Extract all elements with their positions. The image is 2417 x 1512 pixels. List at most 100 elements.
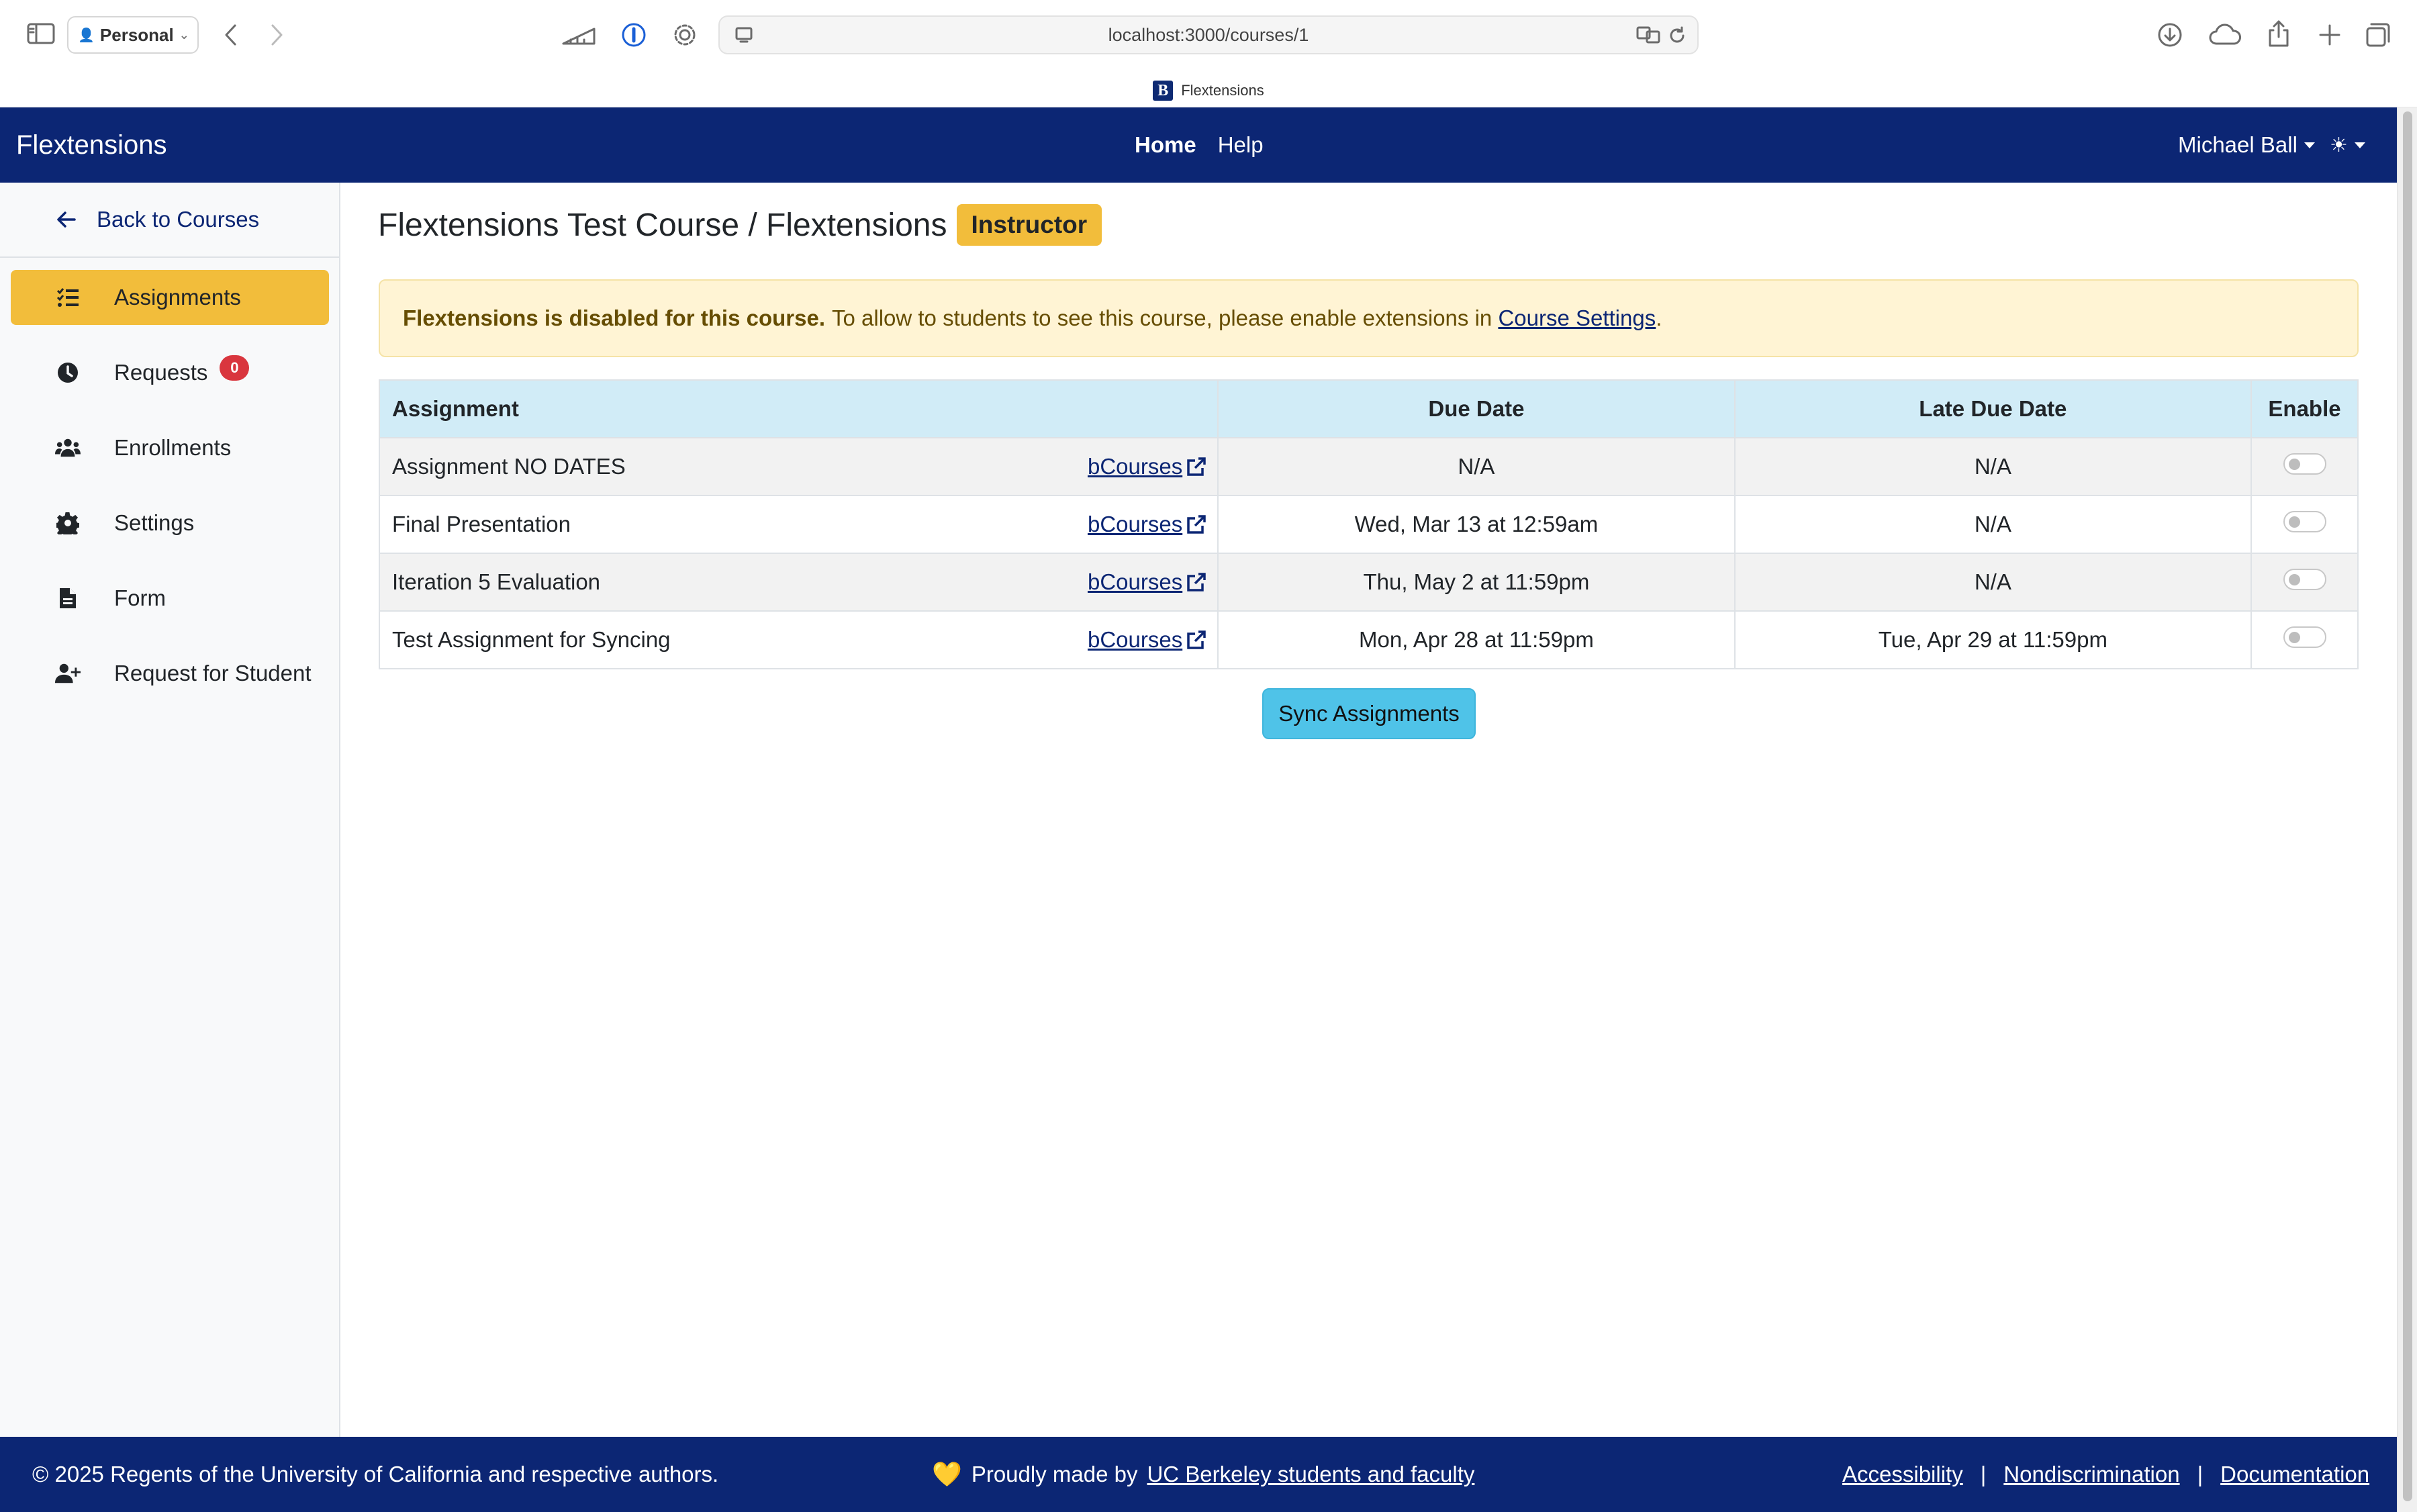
address-bar[interactable]: localhost:3000/courses/1 <box>718 15 1699 54</box>
late-due-date-cell: N/A <box>1734 495 2253 554</box>
alert-text: To allow to students to see this course,… <box>832 305 1492 330</box>
profile-selector[interactable]: 👤 Personal ⌄ <box>67 16 199 54</box>
assignments-table: Assignment Due Date Late Due Date Enable… <box>378 379 2359 669</box>
page-title: Flextensions Test Course / Flextensions … <box>378 204 1102 246</box>
footer-separator: | <box>1980 1462 1987 1486</box>
url-text: localhost:3000/courses/1 <box>1108 24 1309 45</box>
ruler-icon[interactable] <box>559 19 599 51</box>
sidebar-item-assignments[interactable]: Assignments <box>11 270 329 325</box>
person-icon: 👤 <box>78 28 95 43</box>
column-header-late-due-date: Late Due Date <box>1734 379 2253 438</box>
sidebar-item-label: Assignments <box>114 285 241 310</box>
sidebar-item-form[interactable]: Form <box>11 571 329 626</box>
sidebar-item-request-for-student[interactable]: Request for Student <box>11 646 329 701</box>
arrow-left-icon <box>57 211 76 228</box>
external-link-icon <box>1187 457 1206 476</box>
enable-toggle[interactable] <box>2283 453 2326 475</box>
new-tab-icon[interactable] <box>2314 19 2346 51</box>
translate-icon[interactable] <box>1636 26 1661 49</box>
file-icon <box>55 585 81 611</box>
requests-count-badge: 0 <box>220 355 250 381</box>
assignment-name: Final Presentation <box>392 512 571 536</box>
sync-assignments-button[interactable]: Sync Assignments <box>1262 688 1476 739</box>
sidebar-item-enrollments[interactable]: Enrollments <box>11 420 329 475</box>
table-row: Assignment NO DATES bCourses N/A N/A <box>378 437 2359 496</box>
bcourses-link[interactable]: bCourses <box>1088 454 1206 479</box>
nav-help-link[interactable]: Help <box>1218 132 1264 158</box>
user-menu[interactable]: Michael Ball <box>2178 107 2315 183</box>
back-to-courses-label: Back to Courses <box>97 207 260 232</box>
user-name: Michael Ball <box>2178 132 2297 157</box>
due-date-cell: Wed, Mar 13 at 12:59am <box>1217 495 1736 554</box>
sidebar-item-label: Enrollments <box>114 435 232 460</box>
column-header-due-date: Due Date <box>1217 379 1736 438</box>
footer-links: Accessibility | Nondiscrimination | Docu… <box>1842 1437 2369 1512</box>
due-date-cell: Mon, Apr 28 at 11:59pm <box>1217 610 1736 669</box>
favicon-icon: B <box>1153 81 1174 101</box>
nav-home-link[interactable]: Home <box>1135 132 1196 158</box>
sidebar-item-label: Settings <box>114 510 195 535</box>
download-icon[interactable] <box>2154 19 2186 51</box>
late-due-date-cell: N/A <box>1734 437 2253 496</box>
share-icon[interactable] <box>2263 16 2295 51</box>
page-icon <box>734 26 753 48</box>
external-link-icon <box>1187 573 1206 592</box>
bcourses-link[interactable]: bCourses <box>1088 627 1206 653</box>
alert-bold-text: Flextensions is disabled for this course… <box>403 305 825 330</box>
sidebar-item-label: Form <box>114 585 166 610</box>
main-nav: Home Help <box>1135 107 1264 183</box>
assignment-name: Iteration 5 Evaluation <box>392 569 601 594</box>
bcourses-link-label: bCourses <box>1087 569 1183 594</box>
sidebar-item-label: Request for Student <box>114 661 312 686</box>
forward-arrow-icon[interactable] <box>259 17 294 52</box>
gear-icon <box>55 510 81 536</box>
page-scrollbar[interactable] <box>2397 107 2417 1512</box>
enable-toggle[interactable] <box>2283 511 2326 532</box>
role-badge: Instructor <box>956 204 1102 246</box>
sidebar-toggle-icon[interactable] <box>26 20 56 47</box>
users-icon <box>55 435 81 461</box>
made-by-text: Proudly made by <box>971 1462 1138 1486</box>
page-footer: © 2025 Regents of the University of Cali… <box>0 1437 2397 1512</box>
bcourses-link-label: bCourses <box>1087 627 1183 652</box>
password-manager-icon[interactable] <box>618 19 650 51</box>
list-check-icon <box>55 285 81 310</box>
caret-down-icon <box>2354 142 2365 148</box>
documentation-link[interactable]: Documentation <box>2220 1462 2369 1487</box>
theme-toggle[interactable]: ☀ <box>2330 107 2365 183</box>
active-tab[interactable]: B Flextensions <box>0 74 2417 107</box>
clock-icon <box>55 360 81 385</box>
reload-icon[interactable] <box>1668 26 1687 50</box>
assignment-name: Assignment NO DATES <box>392 454 626 479</box>
sidebar-item-requests[interactable]: Requests 0 <box>11 345 329 400</box>
table-row: Iteration 5 Evaluation bCourses Thu, May… <box>378 553 2359 612</box>
top-navbar: Flextensions Home Help Michael Ball ☀ <box>0 107 2397 183</box>
due-date-cell: Thu, May 2 at 11:59pm <box>1217 553 1736 612</box>
accessibility-link[interactable]: Accessibility <box>1842 1462 1963 1487</box>
uc-berkeley-link[interactable]: UC Berkeley students and faculty <box>1147 1462 1474 1487</box>
table-row: Final Presentation bCourses Wed, Mar 13 … <box>378 495 2359 554</box>
cloud-icon[interactable] <box>2206 19 2244 51</box>
nondiscrimination-link[interactable]: Nondiscrimination <box>2003 1462 2179 1487</box>
bcourses-link[interactable]: bCourses <box>1088 569 1206 595</box>
late-due-date-cell: N/A <box>1734 553 2253 612</box>
gear-icon[interactable] <box>669 19 701 51</box>
brand-link[interactable]: Flextensions <box>16 107 167 183</box>
footer-separator: | <box>2197 1462 2203 1486</box>
chevron-down-icon: ⌄ <box>179 28 189 42</box>
tab-overview-icon[interactable] <box>2362 19 2394 51</box>
made-by: 💛 Proudly made by UC Berkeley students a… <box>932 1437 1474 1512</box>
enable-toggle[interactable] <box>2283 626 2326 648</box>
bcourses-link[interactable]: bCourses <box>1088 512 1206 537</box>
disabled-alert: Flextensions is disabled for this course… <box>379 279 2359 357</box>
assignment-name: Test Assignment for Syncing <box>392 627 671 652</box>
user-plus-icon <box>55 661 81 686</box>
tab-title: Flextensions <box>1181 82 1264 99</box>
bcourses-link-label: bCourses <box>1087 512 1183 536</box>
course-settings-link[interactable]: Course Settings <box>1498 305 1656 331</box>
back-arrow-icon[interactable] <box>214 17 248 52</box>
enable-toggle[interactable] <box>2283 569 2326 590</box>
back-to-courses-link[interactable]: Back to Courses <box>0 183 339 258</box>
scrollbar-thumb[interactable] <box>2403 111 2412 1501</box>
sidebar-item-settings[interactable]: Settings <box>11 495 329 551</box>
